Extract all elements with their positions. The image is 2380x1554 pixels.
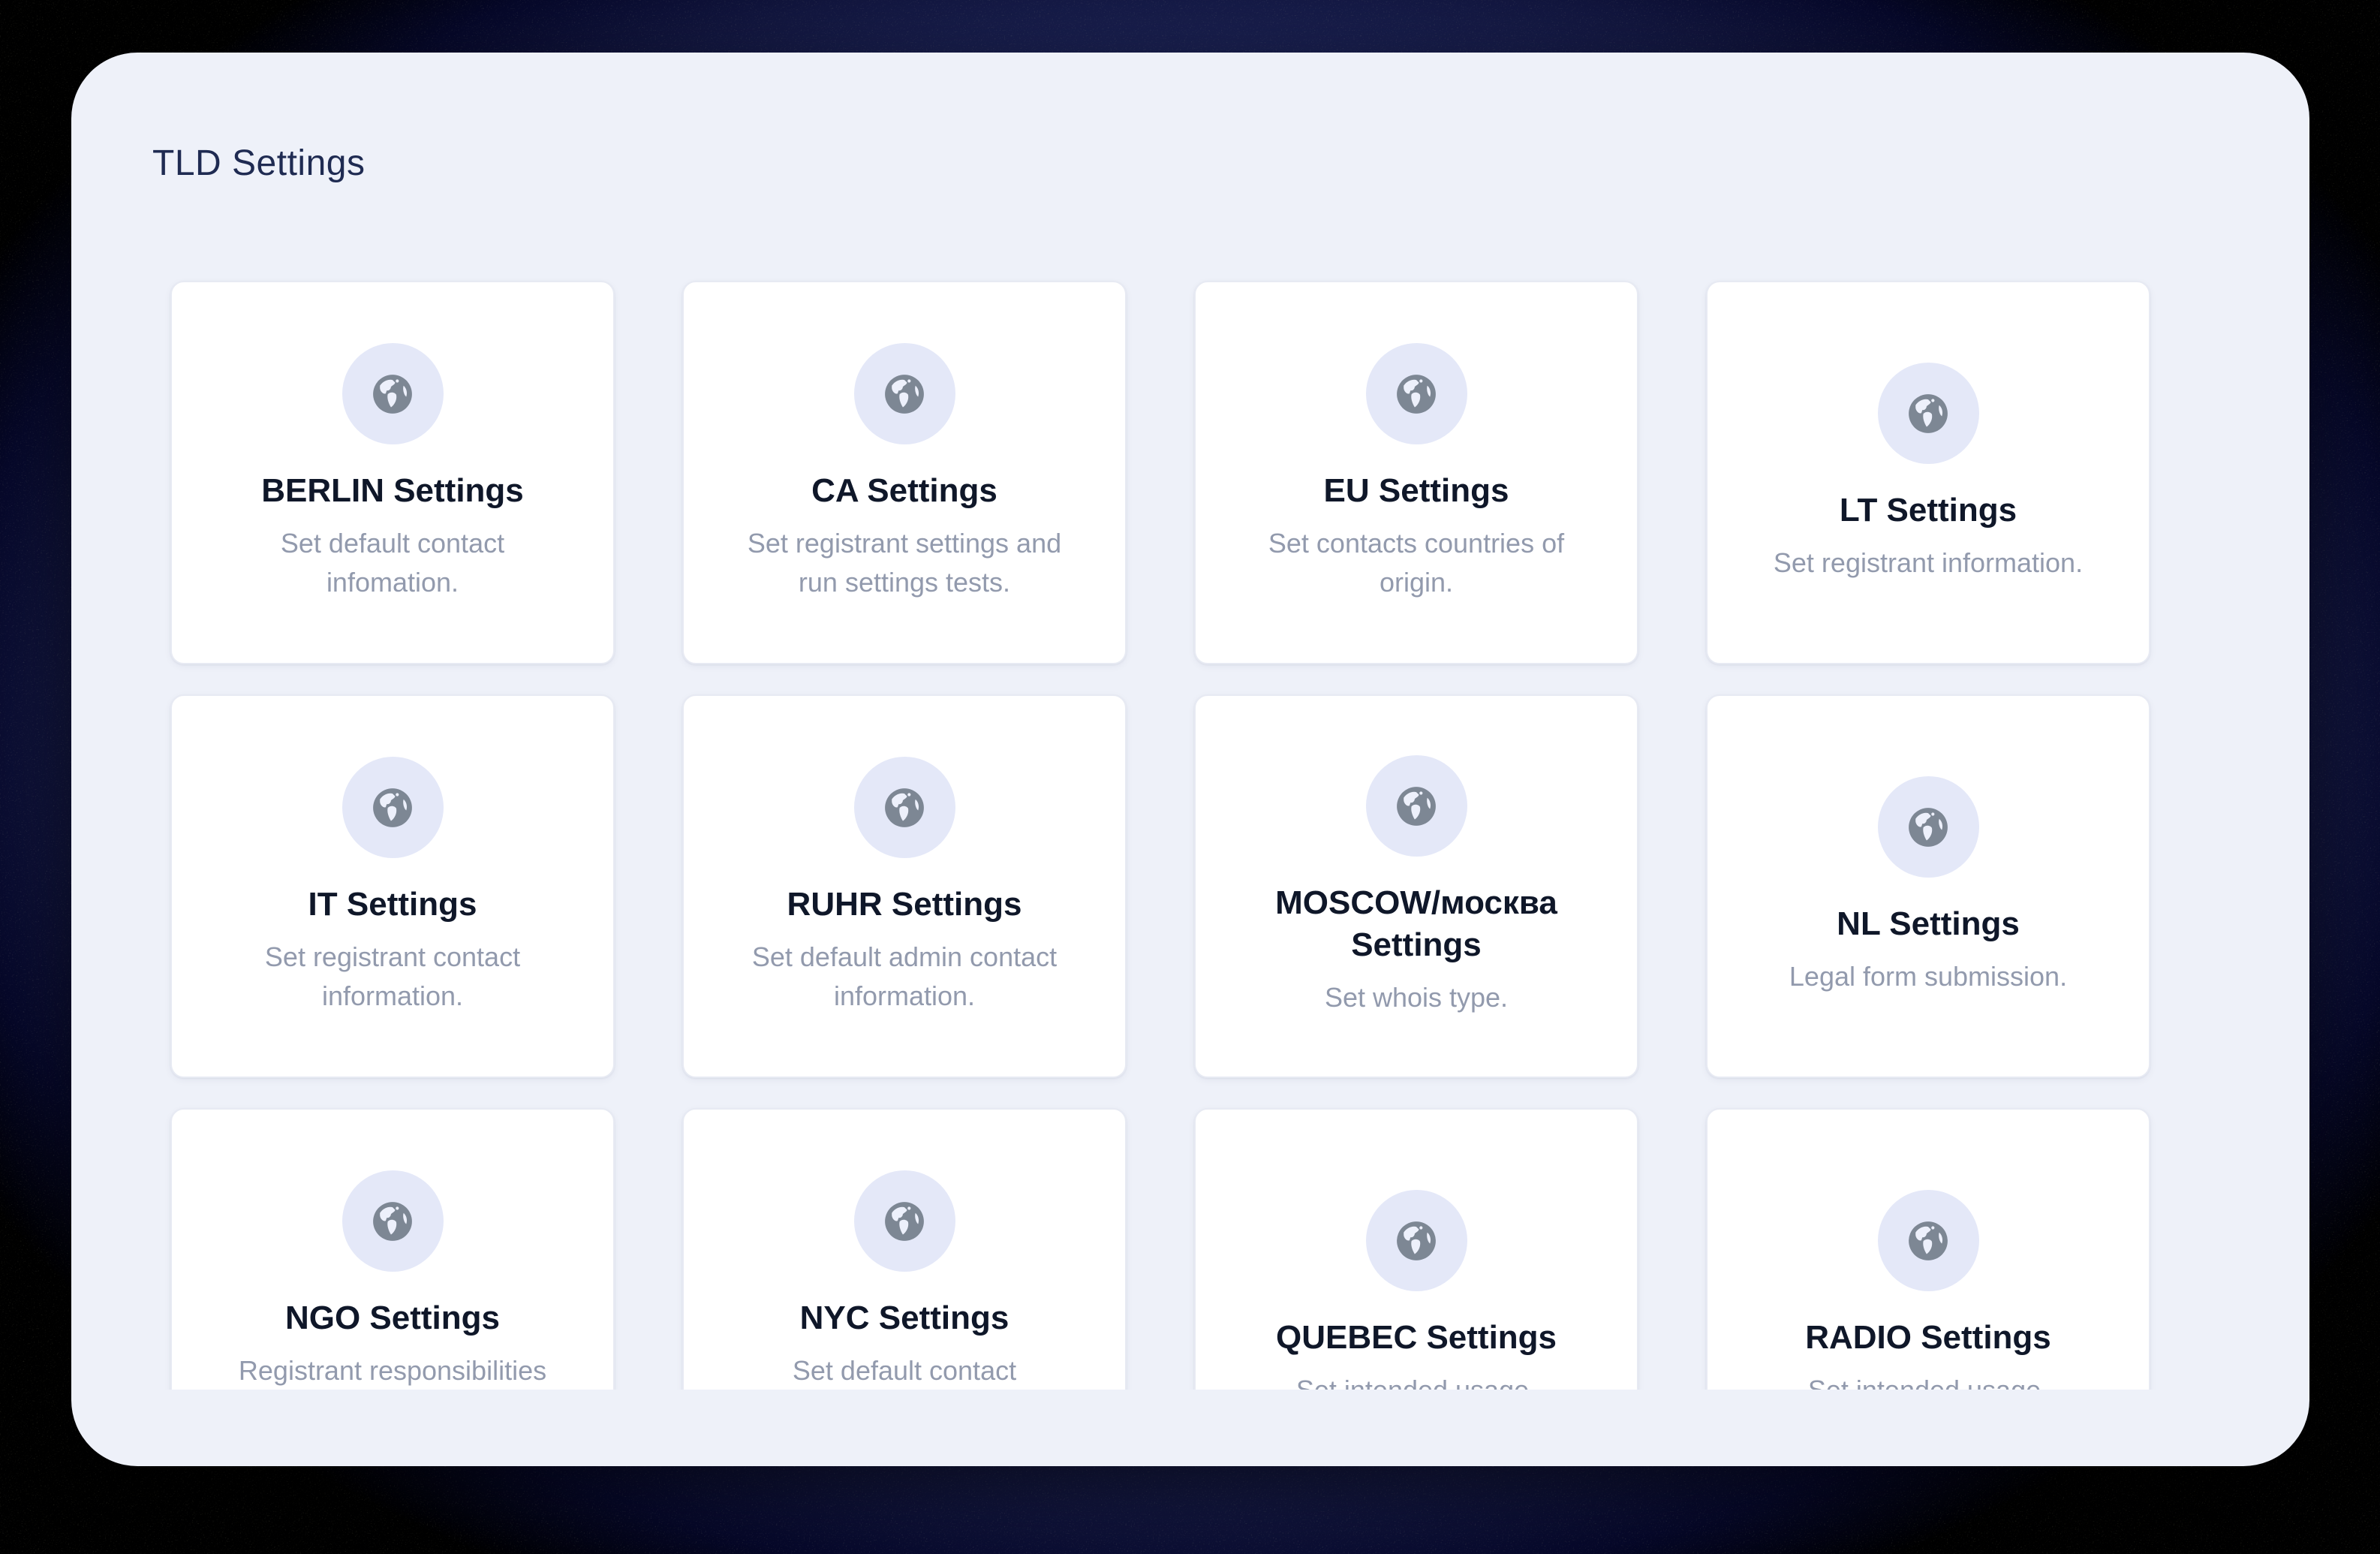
card-title: NL Settings — [1837, 903, 2020, 945]
tld-card-nl[interactable]: NL Settings Legal form submission. — [1706, 694, 2150, 1078]
tld-card-moscow[interactable]: MOSCOW/москва Settings Set whois type. — [1194, 694, 1638, 1078]
card-title: RUHR Settings — [787, 884, 1022, 926]
globe-icon — [1902, 387, 1954, 440]
card-title: EU Settings — [1324, 470, 1509, 512]
globe-icon — [366, 368, 419, 420]
card-title: MOSCOW/москва Settings — [1226, 882, 1607, 966]
tld-card-quebec[interactable]: QUEBEC Settings Set intended usage. — [1194, 1108, 1638, 1390]
tld-card-grid: BERLIN Settings Set default contact info… — [170, 281, 2309, 1390]
card-title: BERLIN Settings — [261, 470, 524, 512]
globe-icon-badge — [1366, 1190, 1467, 1291]
card-title: NYC Settings — [800, 1297, 1009, 1339]
globe-icon-badge — [1366, 755, 1467, 857]
globe-icon-badge — [342, 343, 444, 444]
globe-icon — [366, 1195, 419, 1248]
card-description: Legal form submission. — [1789, 957, 2067, 996]
globe-icon-badge — [342, 1170, 444, 1272]
card-description: Set default contact infomation. — [223, 524, 562, 602]
tld-card-nyc[interactable]: NYC Settings Set default contact informa… — [682, 1108, 1127, 1390]
card-description: Set intended usage. — [1808, 1371, 2048, 1390]
card-description: Set registrant information. — [1774, 544, 2083, 583]
tld-card-ca[interactable]: CA Settings Set registrant settings and … — [682, 281, 1127, 664]
tld-settings-scroll-area[interactable]: TLD Settings BERLIN Settings Set default… — [71, 53, 2309, 1390]
card-description: Set default contact information. — [735, 1351, 1074, 1390]
page-title: TLD Settings — [152, 140, 2309, 188]
globe-icon-badge — [854, 1170, 955, 1272]
globe-icon — [1902, 801, 1954, 854]
card-title: RADIO Settings — [1805, 1317, 2051, 1359]
card-description: Set whois type. — [1325, 978, 1508, 1017]
card-title: CA Settings — [811, 470, 997, 512]
card-description: Set registrant contact information. — [223, 938, 562, 1016]
globe-icon — [878, 368, 931, 420]
globe-icon-badge — [1878, 1190, 1979, 1291]
globe-icon — [366, 782, 419, 834]
tld-card-berlin[interactable]: BERLIN Settings Set default contact info… — [170, 281, 615, 664]
globe-icon — [878, 1195, 931, 1248]
card-description: Set registrant settings and run settings… — [735, 524, 1074, 602]
card-title: QUEBEC Settings — [1276, 1317, 1557, 1359]
globe-icon — [1390, 1215, 1443, 1267]
card-description: Registrant responsibilities and requirem… — [223, 1351, 562, 1390]
card-description: Set contacts countries of origin. — [1247, 524, 1586, 602]
card-title: LT Settings — [1840, 489, 2017, 532]
tld-settings-panel: TLD Settings BERLIN Settings Set default… — [71, 53, 2309, 1466]
globe-icon-badge — [1878, 363, 1979, 464]
globe-icon — [1390, 368, 1443, 420]
globe-icon-badge — [342, 757, 444, 858]
card-title: NGO Settings — [285, 1297, 500, 1339]
globe-icon-badge — [854, 757, 955, 858]
tld-card-it[interactable]: IT Settings Set registrant contact infor… — [170, 694, 615, 1078]
card-title: IT Settings — [308, 884, 477, 926]
card-description: Set intended usage. — [1296, 1371, 1536, 1390]
tld-card-ruhr[interactable]: RUHR Settings Set default admin contact … — [682, 694, 1127, 1078]
tld-card-eu[interactable]: EU Settings Set contacts countries of or… — [1194, 281, 1638, 664]
globe-icon-badge — [1366, 343, 1467, 444]
tld-card-ngo[interactable]: NGO Settings Registrant responsibilities… — [170, 1108, 615, 1390]
screen: { "page": { "title": "TLD Settings" }, "… — [0, 0, 2380, 1554]
globe-icon — [1390, 780, 1443, 833]
globe-icon — [878, 782, 931, 834]
card-description: Set default admin contact information. — [735, 938, 1074, 1016]
globe-icon-badge — [1878, 776, 1979, 878]
tld-card-radio[interactable]: RADIO Settings Set intended usage. — [1706, 1108, 2150, 1390]
globe-icon — [1902, 1215, 1954, 1267]
tld-card-lt[interactable]: LT Settings Set registrant information. — [1706, 281, 2150, 664]
globe-icon-badge — [854, 343, 955, 444]
